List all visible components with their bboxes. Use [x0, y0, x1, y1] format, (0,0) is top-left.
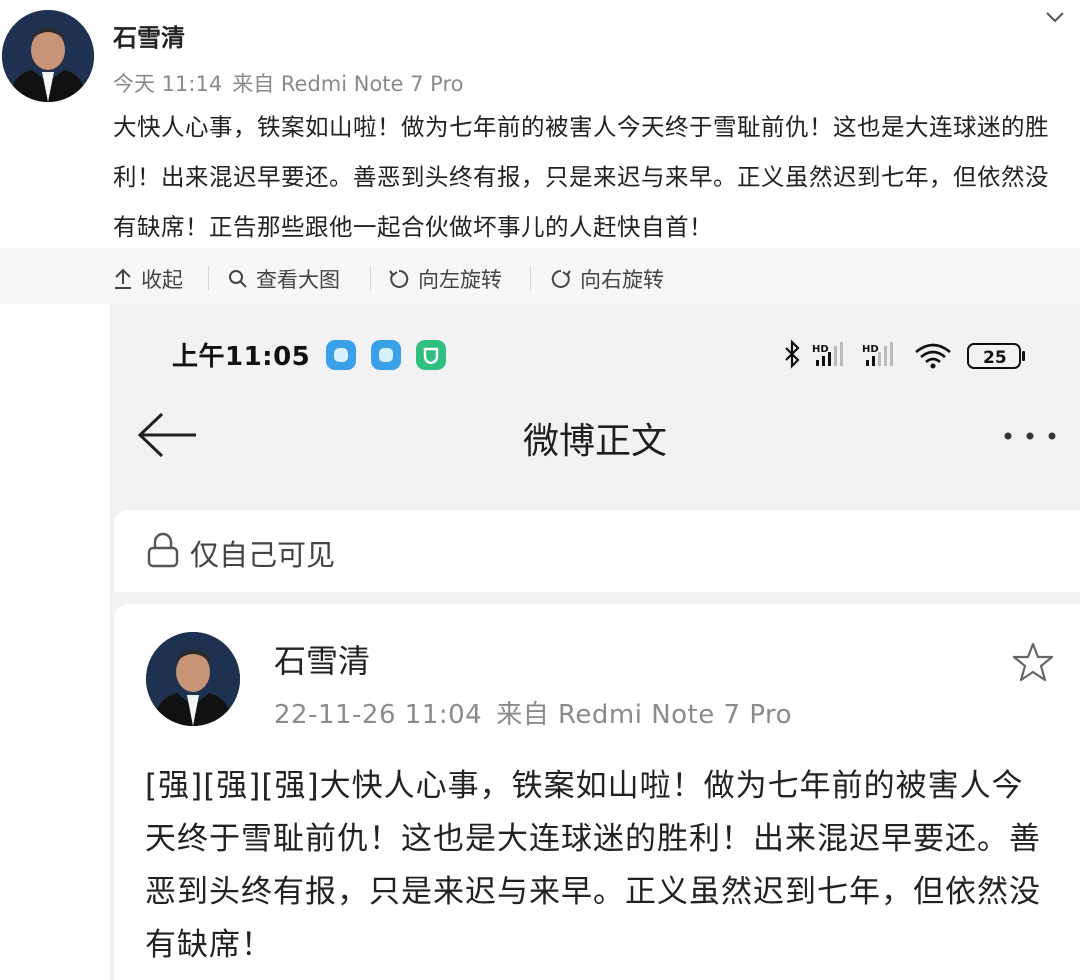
- collapse-icon: [115, 268, 131, 289]
- app-badge-icon: [326, 340, 356, 370]
- chevron-down-icon[interactable]: [1044, 6, 1066, 28]
- app-badge-icon: [416, 340, 446, 370]
- rotate-left-icon: [389, 269, 409, 288]
- post-date: 22-11-26 11:04: [274, 700, 483, 730]
- toolbar-divider: [208, 266, 209, 290]
- rotate-left-label: 向左旋转: [418, 268, 502, 292]
- collapse-button[interactable]: 收起: [113, 264, 183, 294]
- post-meta: 今天 11:14 来自 Redmi Note 7 Pro: [113, 68, 473, 98]
- view-large-button[interactable]: 查看大图: [228, 264, 340, 294]
- signal-icon: HD: [812, 342, 843, 366]
- post-text: [强][强][强]大快人心事，铁案如山啦！做为七年前的被害人今天终于雪耻前仇！这…: [145, 768, 1041, 963]
- avatar[interactable]: [2, 10, 94, 102]
- visibility-label: 仅自己可见: [190, 538, 336, 572]
- hd-label: HD: [812, 344, 829, 355]
- lock-icon: [147, 532, 179, 568]
- nav-title: 微博正文: [522, 421, 667, 462]
- status-icons: HD HD 25: [785, 339, 1025, 369]
- more-icon[interactable]: [1000, 426, 1060, 446]
- hd-label: HD: [862, 344, 879, 355]
- author-name[interactable]: 石雪清: [274, 636, 370, 682]
- avatar[interactable]: [146, 632, 240, 726]
- post-source[interactable]: 来自 Redmi Note 7 Pro: [496, 700, 792, 730]
- collapse-label: 收起: [141, 268, 183, 292]
- post-time: 今天 11:14: [113, 72, 223, 96]
- battery-icon: 25: [967, 343, 1025, 369]
- author-name[interactable]: 石雪清: [113, 18, 185, 53]
- star-icon[interactable]: [1012, 642, 1054, 682]
- view-large-label: 查看大图: [256, 268, 340, 292]
- post-source[interactable]: 来自 Redmi Note 7 Pro: [232, 72, 463, 96]
- rotate-right-label: 向右旋转: [580, 268, 664, 292]
- battery-level: 25: [983, 348, 1007, 368]
- search-icon: [229, 270, 247, 288]
- rotate-right-button[interactable]: 向右旋转: [550, 264, 664, 294]
- rotate-right-icon: [551, 269, 571, 288]
- toolbar-divider: [370, 266, 371, 290]
- rotate-left-button[interactable]: 向左旋转: [388, 264, 502, 294]
- status-time: 上午11:05: [172, 342, 311, 372]
- post-text: 大快人心事，铁案如山啦！做为七年前的被害人今天终于雪耻前仇！这也是大连球迷的胜利…: [113, 113, 1049, 241]
- signal-icon: HD: [862, 342, 893, 366]
- toolbar-divider: [530, 266, 531, 290]
- post-meta: 22-11-26 11:04 来自 Redmi Note 7 Pro: [274, 694, 806, 731]
- wifi-icon: [915, 343, 951, 369]
- app-badge-icon: [371, 340, 401, 370]
- bluetooth-icon: [785, 339, 800, 369]
